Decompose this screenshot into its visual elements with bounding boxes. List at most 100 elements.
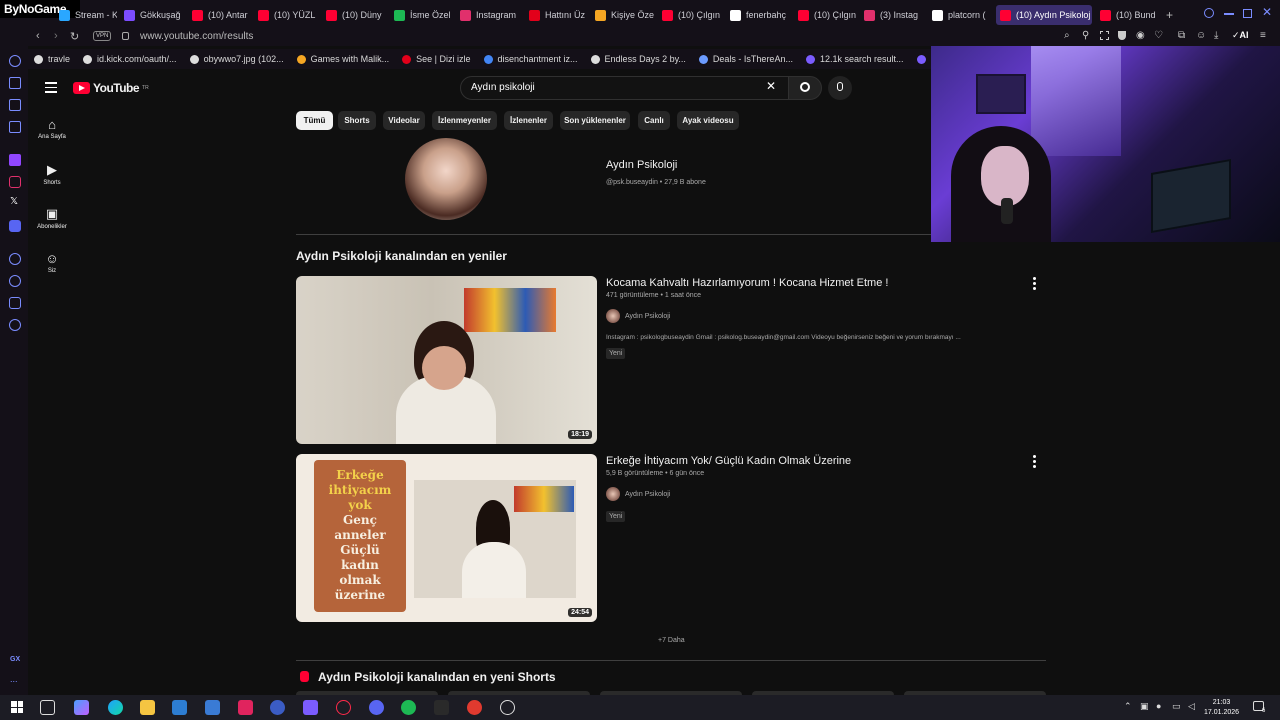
new-tab-icon[interactable]: +: [1166, 8, 1173, 22]
channel-mini-avatar[interactable]: [606, 487, 620, 501]
yt-sidebar-item[interactable]: ☺ Siz: [29, 251, 75, 274]
epic-games-icon[interactable]: [434, 700, 449, 715]
filter-chip[interactable]: Shorts: [338, 111, 376, 130]
account-icon[interactable]: ☺: [1196, 30, 1206, 41]
pin-icon[interactable]: ⚲: [1082, 30, 1089, 41]
bookmark-item[interactable]: id.kick.com/oauth/...: [83, 54, 177, 64]
clear-search-icon[interactable]: ✕: [766, 79, 776, 93]
video-thumbnail[interactable]: 18:19: [296, 276, 597, 444]
download-icon[interactable]: ⤓: [1214, 30, 1218, 41]
speed-dial-icon[interactable]: [9, 55, 21, 67]
mic-tray-icon[interactable]: ●: [1156, 701, 1161, 711]
bookmark-item[interactable]: obywwo7.jpg (102...: [189, 54, 284, 64]
hamburger-icon[interactable]: [45, 82, 57, 93]
app-icon[interactable]: [238, 700, 253, 715]
extensions-icon[interactable]: ⧉: [1178, 30, 1185, 41]
search-input[interactable]: Aydın psikoloji: [460, 76, 790, 100]
zoom-icon[interactable]: ⌕: [1064, 30, 1070, 41]
browser-tab[interactable]: (3) Instag: [860, 5, 924, 25]
messenger-icon[interactable]: [9, 99, 21, 111]
maximize-icon[interactable]: [1243, 9, 1252, 18]
instagram-icon[interactable]: [9, 176, 21, 188]
back-icon[interactable]: ‹: [36, 30, 40, 42]
forward-icon[interactable]: ›: [54, 30, 58, 42]
store-icon[interactable]: [172, 700, 187, 715]
bookmark-item[interactable]: See | Dizi izle: [402, 54, 471, 64]
player-icon[interactable]: [9, 253, 21, 265]
filter-chip[interactable]: Canlı: [638, 111, 670, 130]
browser-tab[interactable]: (10) Çılgın: [794, 5, 856, 25]
browser-tab[interactable]: (10) Bund: [1096, 5, 1156, 25]
youtube-logo[interactable]: YouTube TR: [73, 81, 149, 95]
browser-tab[interactable]: Stream - K: [55, 5, 117, 25]
volume-icon[interactable]: ◁: [1188, 701, 1195, 712]
yt-sidebar-item[interactable]: ⌂ Ana Sayfa: [29, 117, 75, 140]
video-menu-icon[interactable]: [1033, 455, 1037, 468]
snapshot-icon[interactable]: [1100, 31, 1109, 40]
minimize-icon[interactable]: [1224, 13, 1234, 15]
browser-tab[interactable]: Instagram: [456, 5, 521, 25]
browser-tab[interactable]: (10) Çılgın: [658, 5, 722, 25]
discord-icon[interactable]: [9, 220, 21, 232]
menu-icon[interactable]: ≡: [1260, 30, 1266, 41]
filter-chip[interactable]: İzlenenler: [504, 111, 553, 130]
browser-tab[interactable]: (10) Antar: [188, 5, 250, 25]
history-icon[interactable]: [9, 275, 21, 287]
extensions-side-icon[interactable]: [9, 297, 21, 309]
more-icon[interactable]: ...: [10, 674, 18, 684]
network-icon[interactable]: ▭: [1172, 701, 1181, 712]
tray-chevron-icon[interactable]: ⌃: [1124, 701, 1132, 712]
x-icon[interactable]: 𝕏: [10, 196, 18, 207]
bookmark-item[interactable]: disenchantment iz...: [483, 54, 578, 64]
show-more-button[interactable]: +7 Daha: [658, 637, 685, 644]
video-title[interactable]: Erkeğe İhtiyacım Yok/ Güçlü Kadın Olmak …: [606, 455, 851, 467]
browser-tab[interactable]: (10) Düny: [322, 5, 386, 25]
browser-tab[interactable]: İsme Özel: [390, 5, 452, 25]
tray-icon[interactable]: ▣: [1140, 701, 1149, 712]
app-icon[interactable]: [270, 700, 285, 715]
bookmark-item[interactable]: travle: [34, 54, 70, 64]
filter-chip[interactable]: Son yüklenenler: [560, 111, 630, 130]
task-view-icon[interactable]: [40, 700, 55, 715]
browser-tab[interactable]: fenerbahç: [726, 5, 790, 25]
app-icon[interactable]: [467, 700, 482, 715]
filter-chip[interactable]: İzlenmeyenler: [432, 111, 497, 130]
yt-sidebar-item[interactable]: ▶ Shorts: [29, 162, 75, 186]
gx-control-icon[interactable]: [9, 121, 21, 133]
yt-sidebar-item[interactable]: ▣ Abonelikler: [29, 206, 75, 230]
bookmark-item[interactable]: 12.1k search result...: [805, 54, 904, 64]
ai-button[interactable]: ✓AI: [1232, 30, 1249, 41]
shield-icon[interactable]: [1118, 31, 1126, 40]
clock[interactable]: 21:03 17.01.2026: [1204, 698, 1239, 718]
browser-tab[interactable]: Kişiye Öze: [591, 5, 654, 25]
copilot-icon[interactable]: [74, 700, 89, 715]
url-field[interactable]: www.youtube.com/results: [140, 31, 253, 42]
file-explorer-icon[interactable]: [140, 700, 155, 715]
filter-chip[interactable]: Videolar: [383, 111, 425, 130]
spotify-icon[interactable]: [401, 700, 416, 715]
browser-tab[interactable]: platcorn (: [928, 5, 992, 25]
lock-icon[interactable]: [122, 32, 129, 40]
app-icon[interactable]: [303, 700, 318, 715]
video-thumbnail[interactable]: Erkeğe ihtiyacım yok Genç anneler Güçlü kadın o…: [296, 454, 597, 622]
settings-icon[interactable]: [9, 319, 21, 331]
channel-avatar[interactable]: [405, 138, 487, 220]
bookmark-item[interactable]: Deals - IsThereAn...: [698, 54, 793, 64]
start-icon[interactable]: [11, 701, 23, 713]
browser-tab[interactable]: Gökkuşağ: [120, 5, 184, 25]
search-button[interactable]: [788, 76, 822, 100]
heart-icon[interactable]: ♡: [1154, 30, 1163, 41]
video-title[interactable]: Kocama Kahvaltı Hazırlamıyorum ! Kocana …: [606, 277, 888, 289]
voice-search-button[interactable]: [828, 76, 852, 100]
video-channel-name[interactable]: Aydın Psikoloji: [625, 313, 670, 320]
bookmark-item[interactable]: Games with Malik...: [296, 54, 389, 64]
gx-corner-icon[interactable]: [9, 77, 21, 89]
bookmark-item[interactable]: Endless Days 2 by...: [590, 54, 686, 64]
browser-tab[interactable]: (10) YÜZL: [254, 5, 318, 25]
video-menu-icon[interactable]: [1033, 277, 1037, 290]
filter-chip[interactable]: Ayak videosu: [677, 111, 739, 130]
filter-chip[interactable]: Tümü: [296, 111, 333, 130]
channel-name[interactable]: Aydın Psikoloji: [606, 159, 677, 171]
channel-mini-avatar[interactable]: [606, 309, 620, 323]
app-icon[interactable]: [500, 700, 515, 715]
